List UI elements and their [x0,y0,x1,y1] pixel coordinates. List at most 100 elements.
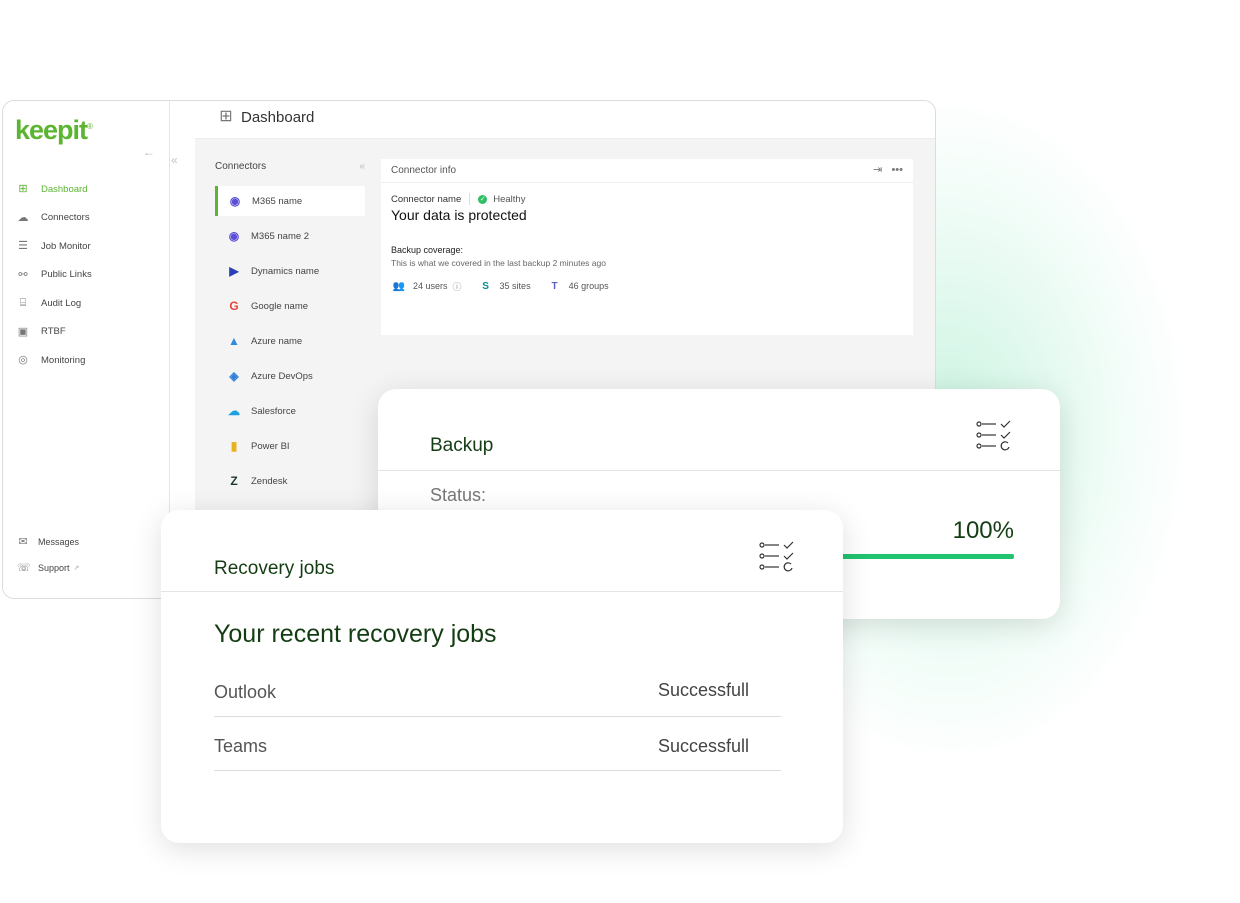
backup-percent: 100% [952,517,1014,544]
sidebar-item-label: Job Monitor [41,240,91,252]
list-icon: ☰ [18,240,28,253]
azure-icon: ▲ [228,334,240,348]
m365-icon: ◉ [228,229,240,243]
sidebar-item-label: Messages [38,537,80,547]
connector-item[interactable]: ▲ Azure name [215,326,365,356]
sidebar-item-label: Connectors [41,212,90,224]
connectors-heading: Connectors [215,161,267,172]
connector-name: Connector name [391,193,462,205]
google-icon: G [229,299,239,313]
panel-collapse-icon[interactable]: « [171,153,178,167]
support-icon: ☏ [17,562,31,574]
connector-label: Dynamics name [251,265,320,277]
connector-item[interactable]: ▶ Dynamics name [215,256,365,286]
sidebar-item-label: Audit Log [41,297,82,309]
connectors-collapse-icon[interactable]: « [359,161,365,181]
coverage-stat-label: 46 groups [568,281,609,291]
more-icon[interactable]: ••• [891,164,903,176]
connector-label: Google name [251,300,309,312]
page-title: ⊞ Dashboard [217,108,314,126]
sidebar-item-connectors[interactable]: ☁ Connectors [17,204,92,233]
coverage-stat: 👥 24 users ⓘ [391,278,462,294]
coverage-stat: T 46 groups [547,278,609,294]
sidebar-bottom-nav: ✉ Messages ☏ Support ↗ [17,529,79,581]
keepit-logo[interactable]: keepit® [15,115,93,146]
connector-item[interactable]: ◉ M365 name [215,186,365,216]
connectors-panel: Connectors « ◉ M365 name ◉ M365 name 2 ▶ Dyna… [215,161,365,496]
zendesk-icon: Z [230,474,238,488]
sidebar-item-public-links[interactable]: ⚯ Public Links [17,261,92,290]
sharepoint-icon: S [482,280,489,292]
connector-info-heading: Connector info [391,165,457,176]
users-icon: 👥 [392,280,406,292]
grid-icon: ⊞ [18,183,28,196]
connector-info-card: Connector info ⇥ ••• Connector name ✓ He… [381,159,913,335]
connector-label: Power BI [251,440,290,452]
sidebar-item-support[interactable]: ☏ Support ↗ [17,555,79,581]
info-icon[interactable]: ⓘ [453,280,462,293]
topbar: ⊞ Dashboard [195,101,935,139]
coverage-stat-label: 24 users [413,281,448,291]
health-status: Healthy [493,193,526,205]
recovery-heading: Your recent recovery jobs [214,620,497,648]
dashboard-icon: ⊞ [219,108,233,125]
connector-label: M365 name [252,195,303,207]
share-icon: ⚯ [18,268,28,281]
radar-icon: ◎ [18,354,28,367]
connector-item[interactable]: Z Zendesk [215,466,365,496]
powerbi-icon: ▮ [230,439,238,453]
job-status: Successfull [657,736,749,756]
coverage-title: Backup coverage: [391,245,464,255]
sidebar-item-label: Dashboard [41,183,88,195]
coverage-stat-label: 35 sites [499,281,531,291]
recovery-job-row[interactable]: Outlook Successfull [214,662,781,717]
export-icon[interactable]: ⇥ [873,164,882,176]
sidebar-nav: ⊞ Dashboard ☁ Connectors ☰ Job Monitor ⚯ Public… [17,175,92,375]
connector-item[interactable]: ▮ Power BI [215,431,365,461]
connector-label: Azure name [251,335,303,347]
connector-label: Zendesk [251,475,288,487]
azure-devops-icon: ◈ [229,369,239,383]
sidebar-item-job-monitor[interactable]: ☰ Job Monitor [17,232,92,261]
page-title-label: Dashboard [241,108,315,126]
sidebar-item-label: Monitoring [41,354,86,366]
coverage-subtitle: This is what we covered in the last back… [391,258,606,268]
job-name: Teams [214,736,268,756]
connector-label: Azure DevOps [251,370,313,382]
sidebar-item-dashboard[interactable]: ⊞ Dashboard [17,175,92,204]
connector-item[interactable]: ☁ Salesforce [215,396,365,426]
sidebar-item-messages[interactable]: ✉ Messages [17,529,79,555]
external-link-icon: ↗ [73,565,80,572]
coverage-stats: 👥 24 users ⓘ S 35 sites T 46 groups [391,278,903,294]
protection-message: Your data is protected [391,207,527,223]
connector-item[interactable]: ◈ Azure DevOps [215,361,365,391]
sidebar-item-audit-log[interactable]: ⌸ Audit Log [17,289,92,318]
sidebar-item-rtbf[interactable]: ▣ RTBF [17,318,92,347]
sidebar-item-label: RTBF [41,326,66,338]
teams-icon: T [551,280,558,292]
sidebar-item-label: Support [38,563,70,573]
recovery-card-title: Recovery jobs [214,558,335,579]
checklist-icon[interactable] [976,419,1014,451]
connector-item[interactable]: G Google name [215,291,365,321]
backup-card-title: Backup [430,435,494,456]
job-status: Successfull [657,680,749,700]
recovery-job-row[interactable]: Teams Successfull [214,716,781,771]
salesforce-icon: ☁ [228,404,240,418]
sidebar-collapse-icon[interactable]: ← [143,145,155,159]
connector-label: Salesforce [251,405,296,417]
connector-item[interactable]: ◉ M365 name 2 [215,221,365,251]
backup-status-label: Status: [430,485,487,505]
job-name: Outlook [214,682,277,702]
sidebar-item-monitoring[interactable]: ◎ Monitoring [17,346,92,375]
dynamics-icon: ▶ [229,264,239,278]
mail-icon: ✉ [18,536,28,548]
checklist-icon[interactable] [759,540,797,572]
cloud-icon: ☁ [17,211,29,224]
recovery-jobs-card: Recovery jobs Your recent recovery jobs … [161,510,843,843]
connector-label: M365 name 2 [251,230,310,242]
coverage-stat: S 35 sites [478,278,531,294]
m365-icon: ◉ [229,194,241,208]
sidebar-item-label: Public Links [41,269,92,281]
log-icon: ⌸ [19,297,27,310]
